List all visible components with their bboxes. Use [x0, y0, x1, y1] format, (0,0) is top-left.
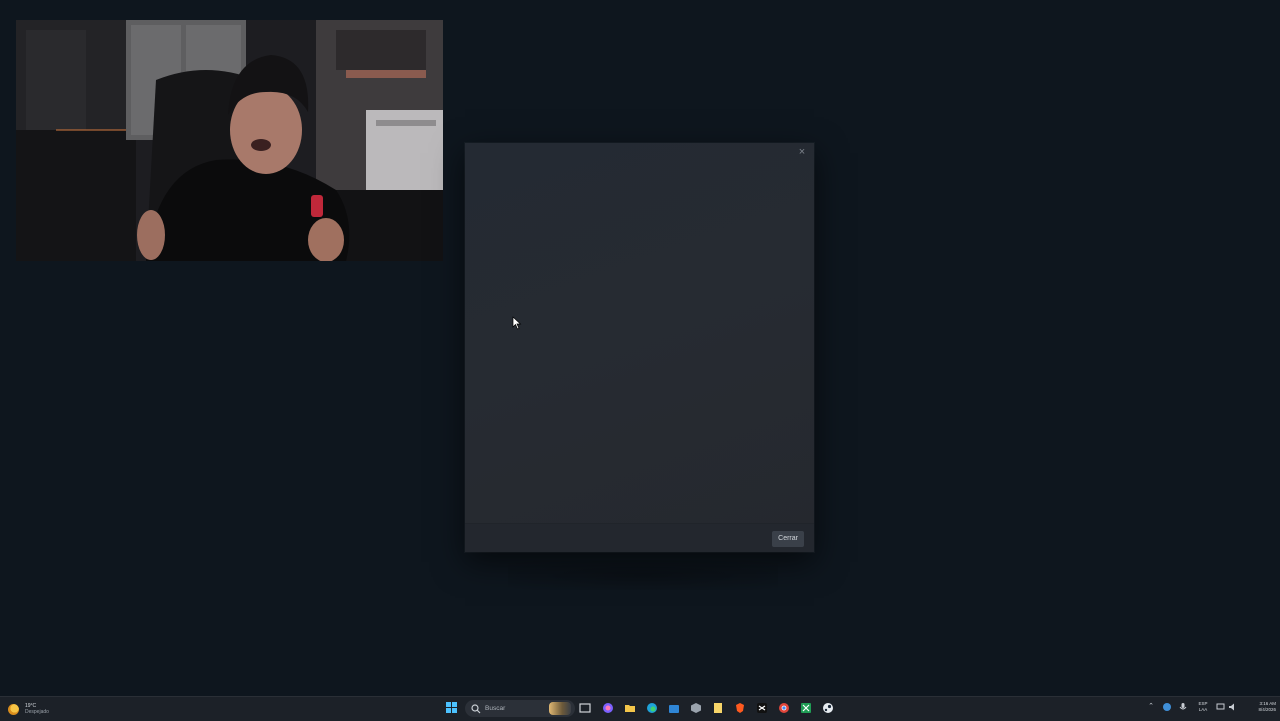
dialog-content — [469, 159, 810, 522]
moon-icon — [8, 703, 19, 715]
volume-icon[interactable] — [1228, 702, 1238, 712]
weather-condition: Despejado — [25, 709, 49, 715]
search-placeholder: Buscar — [485, 705, 506, 712]
mouse-cursor-icon — [512, 316, 522, 330]
close-icon[interactable]: × — [795, 145, 809, 159]
dialog-shadow — [508, 560, 778, 590]
search-icon — [471, 703, 481, 713]
taskbar: 19°C Despejado Buscar ⌃ ESP LAA 3:16 AM … — [0, 696, 1280, 721]
clock-date: 8/4/2026 — [1258, 707, 1276, 712]
microphone-icon[interactable] — [1178, 702, 1188, 712]
webcam-overlay — [16, 20, 443, 261]
language-indicator[interactable]: ESP LAA — [1194, 701, 1212, 713]
folder-icon[interactable] — [624, 702, 636, 714]
dialog-footer: Cerrar — [465, 523, 814, 552]
weather-widget[interactable]: 19°C Despejado — [8, 700, 49, 718]
clock[interactable]: 3:16 AM 8/4/2026 — [1240, 701, 1276, 713]
network-icon[interactable] — [1216, 702, 1226, 712]
search-highlight-image — [549, 702, 571, 715]
spreadsheet-icon[interactable] — [800, 702, 812, 714]
start-button[interactable] — [446, 702, 458, 714]
task-view-icon[interactable] — [579, 702, 591, 714]
brave-icon[interactable] — [734, 702, 746, 714]
steam-icon[interactable] — [822, 702, 834, 714]
chevron-up-icon[interactable]: ⌃ — [1146, 702, 1156, 712]
close-button[interactable]: Cerrar — [772, 531, 804, 547]
chrome-icon[interactable] — [778, 702, 790, 714]
store-icon[interactable] — [668, 702, 680, 714]
edge-icon[interactable] — [646, 702, 658, 714]
notes-icon[interactable] — [712, 702, 724, 714]
language-bottom: LAA — [1198, 707, 1208, 712]
copilot-icon[interactable] — [602, 702, 614, 714]
search-input[interactable]: Buscar — [465, 700, 575, 717]
onedrive-icon[interactable] — [1162, 702, 1172, 712]
empty-dialog: × Cerrar — [465, 143, 814, 552]
capcut-icon[interactable] — [756, 702, 768, 714]
cube-app-icon[interactable] — [690, 702, 702, 714]
